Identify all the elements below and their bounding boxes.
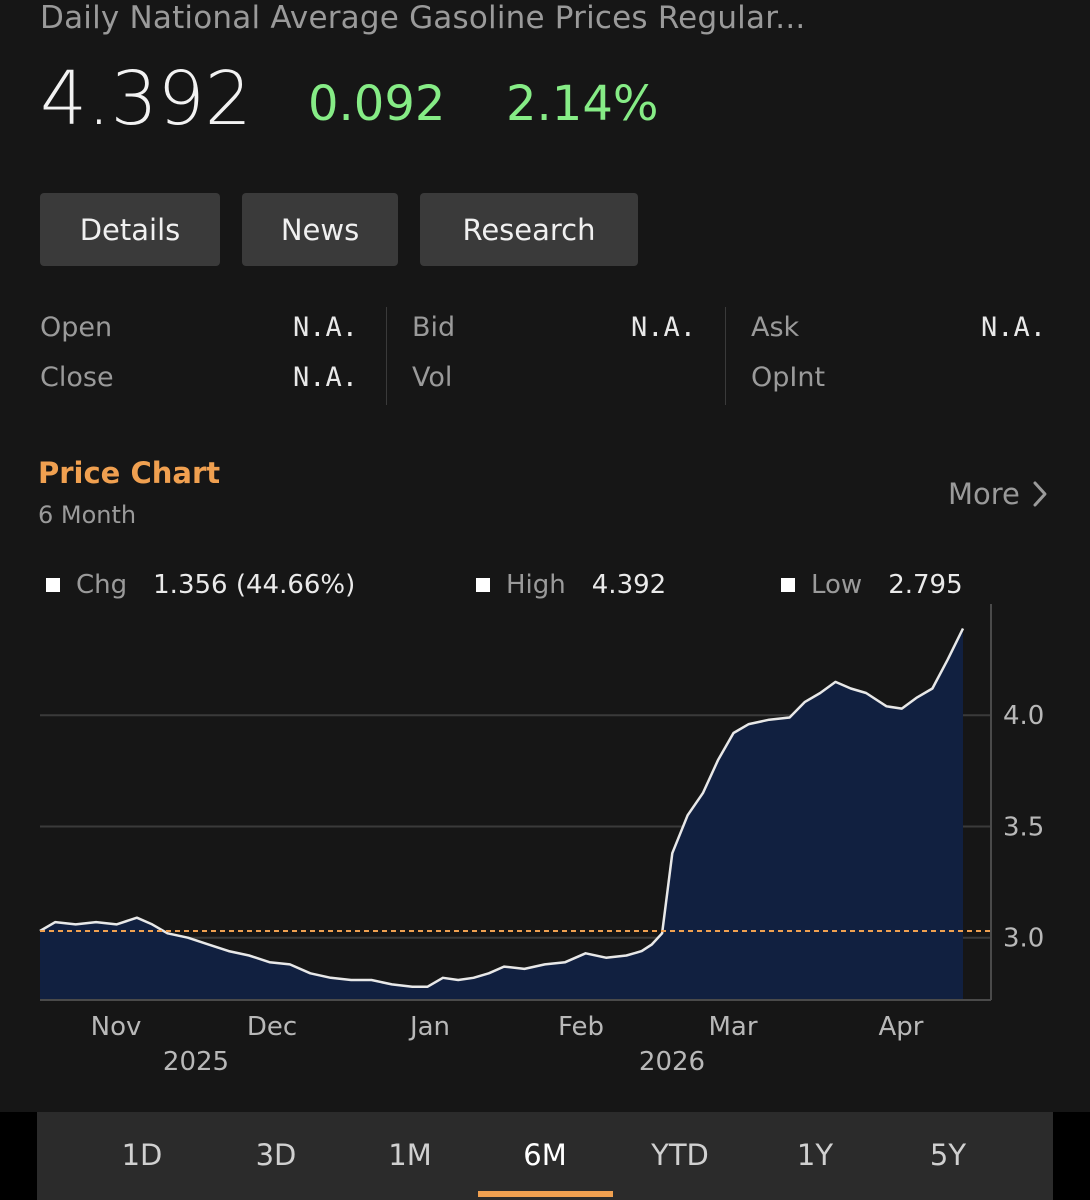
open-value: N.A. bbox=[292, 312, 358, 343]
range-tab-1y[interactable]: 1Y bbox=[755, 1138, 875, 1172]
y-tick-label: 3.5 bbox=[1003, 812, 1044, 842]
x-tick-label: Feb bbox=[558, 1012, 604, 1042]
range-tab-3d[interactable]: 3D bbox=[216, 1138, 336, 1172]
net-change: 0.092 bbox=[308, 76, 446, 132]
close-label: Close bbox=[40, 362, 114, 393]
bid-label: Bid bbox=[412, 312, 456, 343]
details-button[interactable]: Details bbox=[40, 193, 220, 266]
news-button[interactable]: News bbox=[242, 193, 398, 266]
more-link[interactable]: More bbox=[948, 477, 1048, 511]
ask-value: N.A. bbox=[980, 312, 1046, 343]
ask-label: Ask bbox=[751, 312, 800, 343]
quote-divider bbox=[386, 307, 387, 405]
range-tab-1d[interactable]: 1D bbox=[82, 1138, 202, 1172]
x-tick-label: Mar bbox=[708, 1012, 757, 1042]
more-label: More bbox=[948, 477, 1020, 511]
range-tab-6m[interactable]: 6M bbox=[485, 1138, 605, 1172]
price-chart[interactable]: 4.0 3.5 3.0 Nov Dec Jan Feb Mar Apr 2025 2026 bbox=[0, 552, 1090, 1112]
open-label: Open bbox=[40, 312, 113, 343]
opint-label: OpInt bbox=[751, 362, 826, 393]
last-price: 4.392 bbox=[40, 56, 252, 142]
range-tab-ytd[interactable]: YTD bbox=[620, 1138, 740, 1172]
vol-label: Vol bbox=[412, 362, 453, 393]
percent-change: 2.14% bbox=[506, 76, 659, 132]
price-chart-title: Price Chart bbox=[38, 456, 221, 490]
quote-divider bbox=[725, 307, 726, 405]
y-tick-label: 4.0 bbox=[1003, 701, 1044, 731]
close-value: N.A. bbox=[292, 362, 358, 393]
active-tab-indicator bbox=[478, 1191, 613, 1197]
x-tick-label: Apr bbox=[879, 1012, 924, 1042]
y-tick-label: 3.0 bbox=[1003, 924, 1044, 954]
price-chart-period: 6 Month bbox=[38, 501, 137, 529]
range-tab-5y[interactable]: 5Y bbox=[888, 1138, 1008, 1172]
instrument-title: Daily National Average Gasoline Prices R… bbox=[40, 0, 806, 36]
research-button[interactable]: Research bbox=[420, 193, 638, 266]
range-tab-1m[interactable]: 1M bbox=[350, 1138, 470, 1172]
x-tick-label: Dec bbox=[247, 1012, 297, 1042]
price-area bbox=[40, 628, 963, 1000]
chevron-right-icon bbox=[1033, 481, 1047, 507]
x-year-label: 2026 bbox=[639, 1047, 705, 1077]
x-tick-label: Jan bbox=[408, 1012, 450, 1042]
bid-value: N.A. bbox=[630, 312, 696, 343]
x-year-label: 2025 bbox=[163, 1047, 229, 1077]
x-tick-label: Nov bbox=[91, 1012, 142, 1042]
